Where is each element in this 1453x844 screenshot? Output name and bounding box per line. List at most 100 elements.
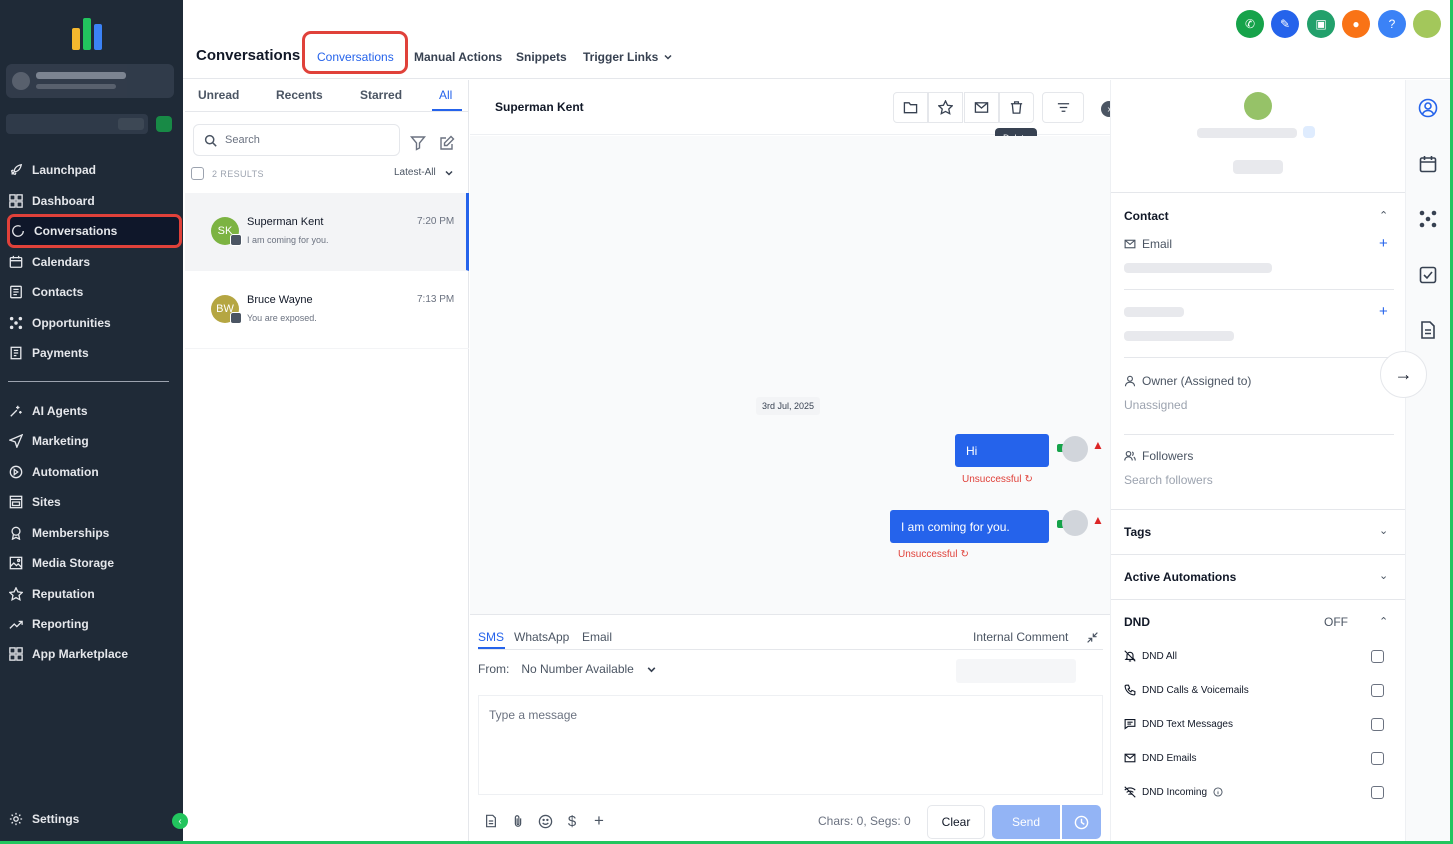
filter-icon[interactable] <box>410 135 426 151</box>
automations-section[interactable]: Active Automations <box>1124 570 1236 584</box>
chevron-down-icon[interactable]: ⌄ <box>1379 524 1388 537</box>
sidebar-item-calendars[interactable]: Calendars <box>6 249 176 275</box>
arrow-right-icon[interactable]: → <box>1380 351 1427 398</box>
dnd-calls-row[interactable]: DND Calls & Voicemails <box>1124 683 1394 697</box>
chevron-down-icon[interactable]: ⌄ <box>1379 569 1388 582</box>
followers-search[interactable]: Search followers <box>1124 473 1213 487</box>
contact-name: Bruce Wayne <box>247 294 313 306</box>
add-phone-button[interactable]: + <box>1379 303 1388 320</box>
dnd-section[interactable]: DND <box>1124 615 1150 629</box>
app-logo[interactable] <box>70 16 104 50</box>
sidebar-item-conversations[interactable]: Conversations <box>7 214 182 248</box>
tab-whatsapp[interactable]: WhatsApp <box>514 630 569 644</box>
contact-name-redacted <box>1197 128 1297 138</box>
conversation-item[interactable]: BW Bruce Wayne You are exposed. 7:13 PM <box>185 271 469 349</box>
divider <box>1124 289 1394 290</box>
conversation-item[interactable]: SK Superman Kent I am coming for you. 7:… <box>185 193 469 271</box>
launch-icon[interactable]: ✎ <box>1271 10 1299 38</box>
add-icon[interactable]: + <box>591 811 607 830</box>
sidebar-item-reputation[interactable]: Reputation <box>6 581 176 607</box>
tab-sms[interactable]: SMS <box>478 630 504 644</box>
compose-icon[interactable] <box>439 135 455 151</box>
tab-trigger-links[interactable]: Trigger Links <box>583 50 673 64</box>
owner-select[interactable]: Unassigned <box>1124 398 1187 412</box>
tags-section[interactable]: Tags <box>1124 525 1151 539</box>
clear-button[interactable]: Clear <box>927 805 985 839</box>
sidebar-item-automation[interactable]: Automation <box>6 459 176 485</box>
dnd-emails-row[interactable]: DND Emails <box>1124 751 1394 765</box>
tasks-icon[interactable] <box>1418 265 1438 285</box>
phone-icon[interactable]: ✆ <box>1236 10 1264 38</box>
sidebar-item-sites[interactable]: Sites <box>6 489 176 515</box>
sms-icon <box>230 312 242 324</box>
page-title: Conversations <box>196 47 301 64</box>
sidebar-item-launchpad[interactable]: Launchpad <box>6 157 176 183</box>
contact-actions[interactable] <box>1233 160 1283 174</box>
delete-button[interactable] <box>999 92 1034 123</box>
sidebar-search[interactable] <box>6 114 148 134</box>
copy-icon[interactable] <box>1303 126 1315 138</box>
sidebar-item-opportunities[interactable]: Opportunities <box>6 310 176 336</box>
contact-section-title[interactable]: Contact <box>1124 209 1169 223</box>
sidebar-item-memberships[interactable]: Memberships <box>6 520 176 546</box>
grid-icon <box>8 193 24 209</box>
tab-internal-comment[interactable]: Internal Comment <box>973 630 1068 644</box>
sort-dropdown[interactable]: Latest-All <box>394 167 454 178</box>
tab-manual-actions[interactable]: Manual Actions <box>414 50 502 64</box>
sidebar-item-marketing[interactable]: Marketing <box>6 428 176 454</box>
star-button[interactable] <box>928 92 963 123</box>
message-status[interactable]: Unsuccessful ↻ <box>962 474 1033 485</box>
sidebar-item-media-storage[interactable]: Media Storage <box>6 550 176 576</box>
conversation-search[interactable]: Search <box>193 124 400 156</box>
move-to-folder-button[interactable] <box>893 92 928 123</box>
calendar-icon[interactable] <box>1418 154 1438 174</box>
sms-icon <box>230 234 242 246</box>
sidebar-item-contacts[interactable]: Contacts <box>6 279 176 305</box>
help-icon[interactable]: ? <box>1378 10 1406 38</box>
collapse-icon[interactable] <box>1086 631 1099 644</box>
tab-snippets[interactable]: Snippets <box>516 50 567 64</box>
contact-profile-icon[interactable] <box>1418 98 1438 118</box>
dnd-all-row[interactable]: DND All <box>1124 649 1394 663</box>
sidebar-item-app-marketplace[interactable]: App Marketplace <box>6 641 176 667</box>
sidebar-item-dashboard[interactable]: Dashboard <box>6 188 176 214</box>
sidebar-item-settings[interactable]: Settings <box>6 806 176 832</box>
schedule-button[interactable] <box>1062 805 1101 839</box>
payment-link-icon[interactable]: $ <box>564 813 580 830</box>
mark-unread-button[interactable] <box>964 92 999 123</box>
opportunities-icon[interactable] <box>1418 209 1438 229</box>
filter-button[interactable] <box>1042 92 1084 123</box>
send-button[interactable]: Send <box>992 805 1060 839</box>
tab-starred[interactable]: Starred <box>360 88 402 102</box>
sidebar-item-ai-agents[interactable]: AI Agents <box>6 398 176 424</box>
notes-icon[interactable] <box>1418 320 1438 340</box>
tab-all[interactable]: All <box>439 88 452 102</box>
announcements-icon[interactable]: ▣ <box>1307 10 1335 38</box>
notifications-icon[interactable]: ● <box>1342 10 1370 38</box>
attachment-icon[interactable] <box>510 813 526 829</box>
tab-conversations[interactable]: Conversations <box>317 50 394 64</box>
chevron-up-icon[interactable]: ⌃ <box>1379 209 1388 222</box>
quick-action-icon[interactable] <box>156 116 172 132</box>
message-status[interactable]: Unsuccessful ↻ <box>898 549 969 560</box>
from-select[interactable]: No Number Available <box>521 662 634 676</box>
trash-icon <box>1010 101 1023 114</box>
account-switcher[interactable] <box>6 64 174 98</box>
sidebar-item-payments[interactable]: Payments <box>6 340 176 366</box>
tab-unread[interactable]: Unread <box>198 88 239 102</box>
opportunities-icon <box>8 315 24 331</box>
template-icon[interactable] <box>483 813 499 829</box>
chevron-up-icon[interactable]: ⌃ <box>1379 615 1388 628</box>
user-avatar[interactable] <box>1413 10 1441 38</box>
to-field[interactable] <box>956 659 1076 683</box>
sidebar-item-reporting[interactable]: Reporting <box>6 611 176 637</box>
add-email-button[interactable]: + <box>1379 235 1388 252</box>
tab-recents[interactable]: Recents <box>276 88 323 102</box>
message-input[interactable]: Type a message <box>478 695 1103 795</box>
tab-email[interactable]: Email <box>582 630 612 644</box>
dnd-text-row[interactable]: DND Text Messages <box>1124 717 1394 731</box>
dnd-incoming-row[interactable]: DND Incoming <box>1124 785 1394 799</box>
send-icon <box>8 433 24 449</box>
select-all-checkbox[interactable] <box>191 167 204 180</box>
emoji-icon[interactable] <box>537 813 553 829</box>
